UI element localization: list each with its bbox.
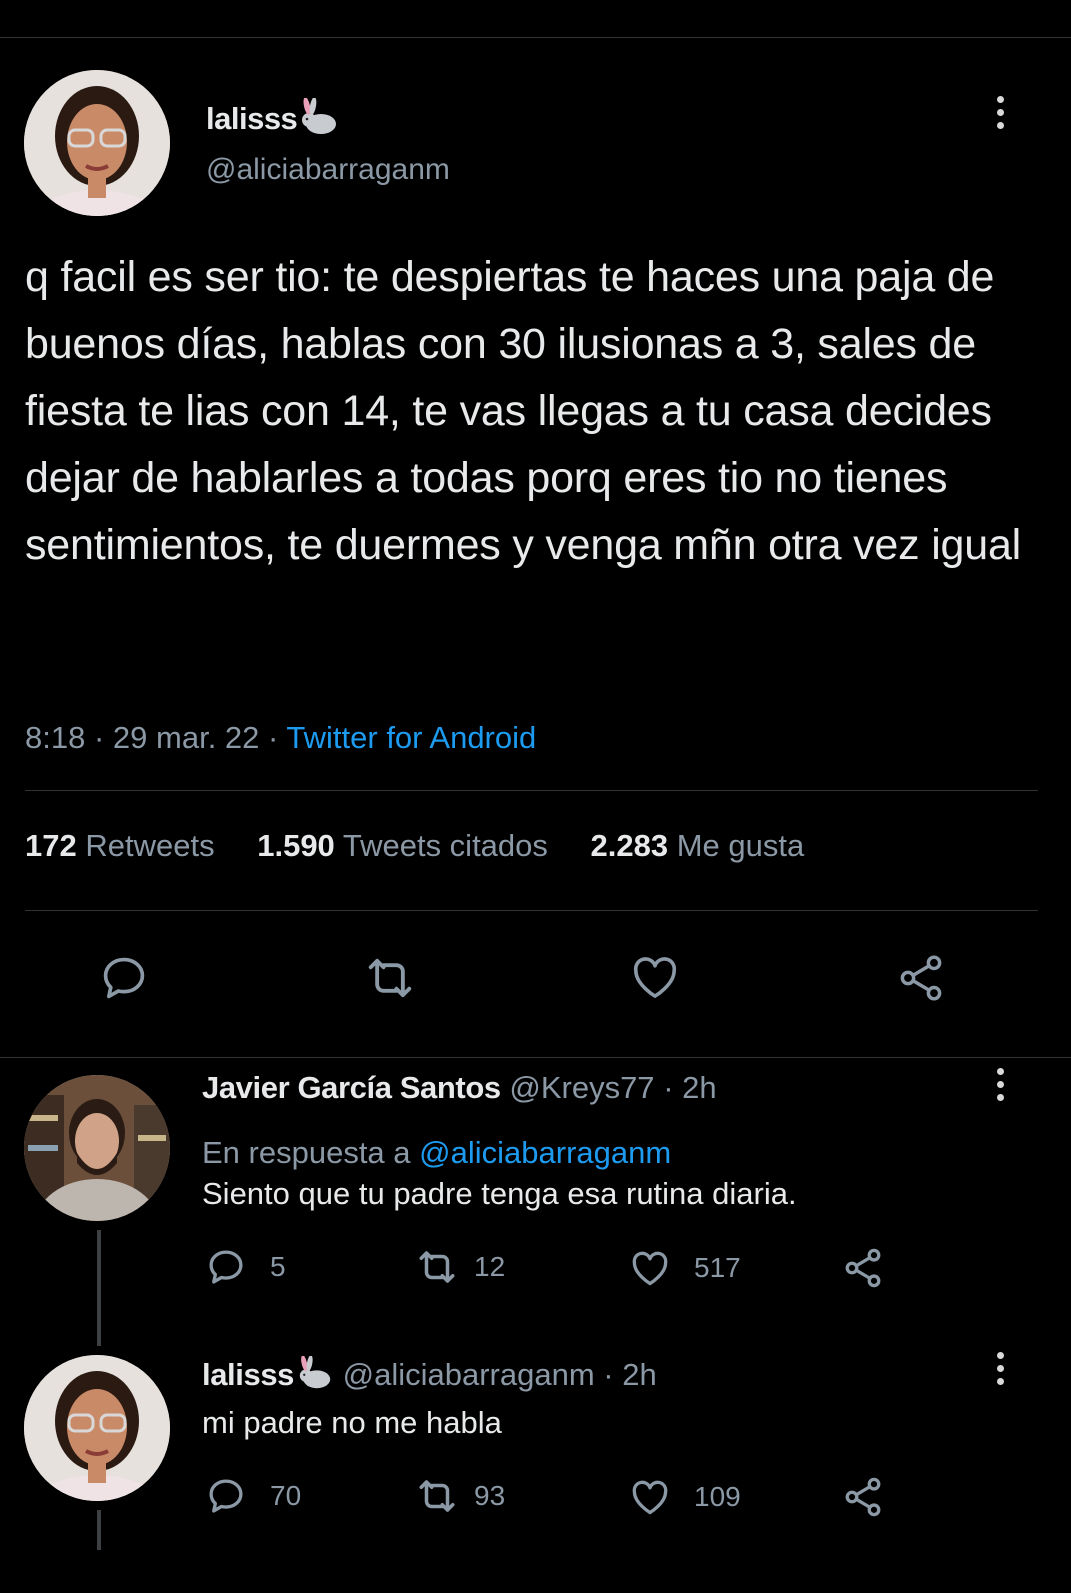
reply-author-name[interactable]: lalisss	[202, 1357, 294, 1392]
reply-more-options-icon[interactable]	[994, 1352, 1006, 1392]
likes-count: 2.283	[590, 828, 669, 863]
like-count: 109	[694, 1481, 741, 1512]
reply-reply-action[interactable]: 5	[204, 1246, 286, 1288]
tweet-time: 8:18	[25, 720, 86, 755]
rabbit-icon	[299, 97, 339, 144]
retweets-label: Retweets	[85, 828, 215, 863]
thread-line	[97, 1230, 101, 1346]
reply-count: 5	[270, 1251, 286, 1282]
reply-author-name[interactable]: Javier García Santos	[202, 1070, 501, 1105]
tweet-date: 29 mar. 22	[112, 720, 260, 755]
reply-reply-action[interactable]: 70	[204, 1475, 301, 1517]
reply-like-action[interactable]: 517	[628, 1246, 741, 1290]
reply-text: Siento que tu padre tenga esa rutina dia…	[202, 1176, 797, 1211]
quotes-label: Tweets citados	[342, 828, 548, 863]
retweet-count: 12	[474, 1251, 506, 1282]
retweet-count: 93	[474, 1480, 506, 1511]
thread-line	[97, 1510, 101, 1550]
more-options-icon[interactable]	[994, 96, 1006, 136]
author-name[interactable]: lalisss	[206, 97, 339, 144]
reply-count: 70	[270, 1480, 302, 1511]
replying-prefix: En respuesta a	[202, 1135, 411, 1170]
rabbit-icon	[296, 1355, 334, 1398]
reply-retweet-action[interactable]: 12	[412, 1246, 505, 1288]
tweet-text: q facil es ser tio: te despiertas te hac…	[25, 253, 1022, 569]
like-icon[interactable]	[628, 950, 682, 1004]
tweet-stats: 172 Retweets 1.590 Tweets citados 2.283 …	[25, 828, 838, 864]
reply-avatar[interactable]	[24, 1075, 170, 1221]
meta-separator: ·	[268, 720, 279, 755]
reply-header: lalisss @aliciabarraganm · 2h	[202, 1355, 657, 1398]
like-count: 517	[694, 1252, 741, 1283]
reply-time: · 2h	[603, 1357, 657, 1393]
reply-retweet-action[interactable]: 93	[412, 1475, 505, 1517]
reply-text: mi padre no me habla	[202, 1405, 502, 1440]
reply-header: Javier García Santos @Kreys77 · 2h	[202, 1070, 717, 1106]
likes-stat[interactable]: 2.283 Me gusta	[591, 828, 805, 863]
author-display-name: lalisss	[206, 101, 298, 137]
reply-time: · 2h	[663, 1070, 717, 1105]
tweet-meta: 8:18 · 29 mar. 22 · Twitter for Android	[25, 720, 536, 756]
stats-divider	[25, 910, 1038, 911]
retweets-count: 172	[25, 828, 77, 863]
tweet-source-link[interactable]: Twitter for Android	[286, 720, 536, 755]
reply-more-options-icon[interactable]	[994, 1068, 1006, 1108]
quotes-count: 1.590	[257, 828, 335, 863]
quotes-stat[interactable]: 1.590 Tweets citados	[257, 828, 548, 863]
reply-share-action[interactable]	[840, 1246, 908, 1290]
retweets-stat[interactable]: 172 Retweets	[25, 828, 215, 863]
section-divider	[0, 1057, 1071, 1058]
reply-share-action[interactable]	[840, 1475, 908, 1519]
reply-author-handle[interactable]: @Kreys77	[509, 1070, 654, 1105]
reply-like-action[interactable]: 109	[628, 1475, 741, 1519]
reply-author-handle[interactable]: @aliciabarraganm	[343, 1357, 595, 1392]
meta-divider	[25, 790, 1038, 791]
replying-to: En respuesta a @aliciabarraganm	[202, 1135, 671, 1171]
reply-avatar[interactable]	[24, 1355, 170, 1501]
reply-icon[interactable]	[98, 952, 150, 1004]
meta-separator: ·	[93, 720, 105, 755]
author-avatar[interactable]	[24, 70, 170, 216]
replying-to-link[interactable]: @aliciabarraganm	[419, 1135, 671, 1170]
top-divider	[0, 37, 1071, 38]
likes-label: Me gusta	[676, 828, 805, 863]
author-handle[interactable]: @aliciabarraganm	[206, 153, 450, 187]
share-icon[interactable]	[894, 952, 948, 1004]
retweet-icon[interactable]	[360, 952, 420, 1004]
